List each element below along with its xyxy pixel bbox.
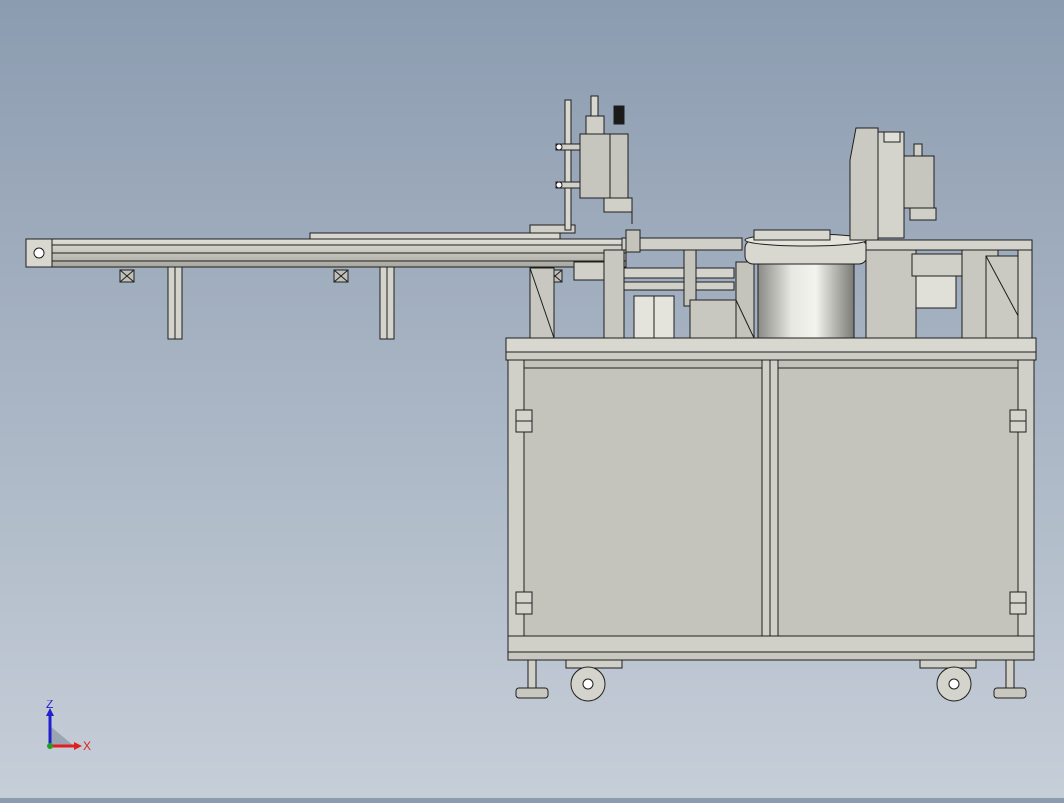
right-mechanism bbox=[849, 127, 1033, 341]
leveling-foot bbox=[993, 659, 1027, 699]
machine-drawing bbox=[25, 95, 1037, 702]
cabinet bbox=[505, 337, 1037, 661]
x-axis-label: X bbox=[83, 739, 91, 753]
door-hinge bbox=[1009, 591, 1027, 615]
leveling-foot bbox=[515, 659, 549, 699]
conveyor-arm bbox=[25, 224, 627, 268]
z-axis-label: Z bbox=[46, 700, 53, 711]
bearing-clip bbox=[333, 269, 349, 283]
arm-support-leg bbox=[167, 266, 183, 340]
axis-triad: Z X bbox=[40, 697, 100, 760]
door-hinge bbox=[515, 409, 533, 433]
vibratory-bowl bbox=[744, 229, 868, 341]
bearing-clip bbox=[119, 269, 135, 283]
door-hinge bbox=[515, 591, 533, 615]
caster-wheel bbox=[919, 659, 977, 702]
door-hinge bbox=[1009, 409, 1027, 433]
axis-triad-graphic: Z X bbox=[46, 697, 91, 753]
arm-support-leg bbox=[379, 266, 395, 340]
caster-wheel bbox=[565, 659, 623, 702]
left-actuator-tower bbox=[555, 95, 633, 231]
cad-viewport[interactable] bbox=[0, 0, 1064, 798]
